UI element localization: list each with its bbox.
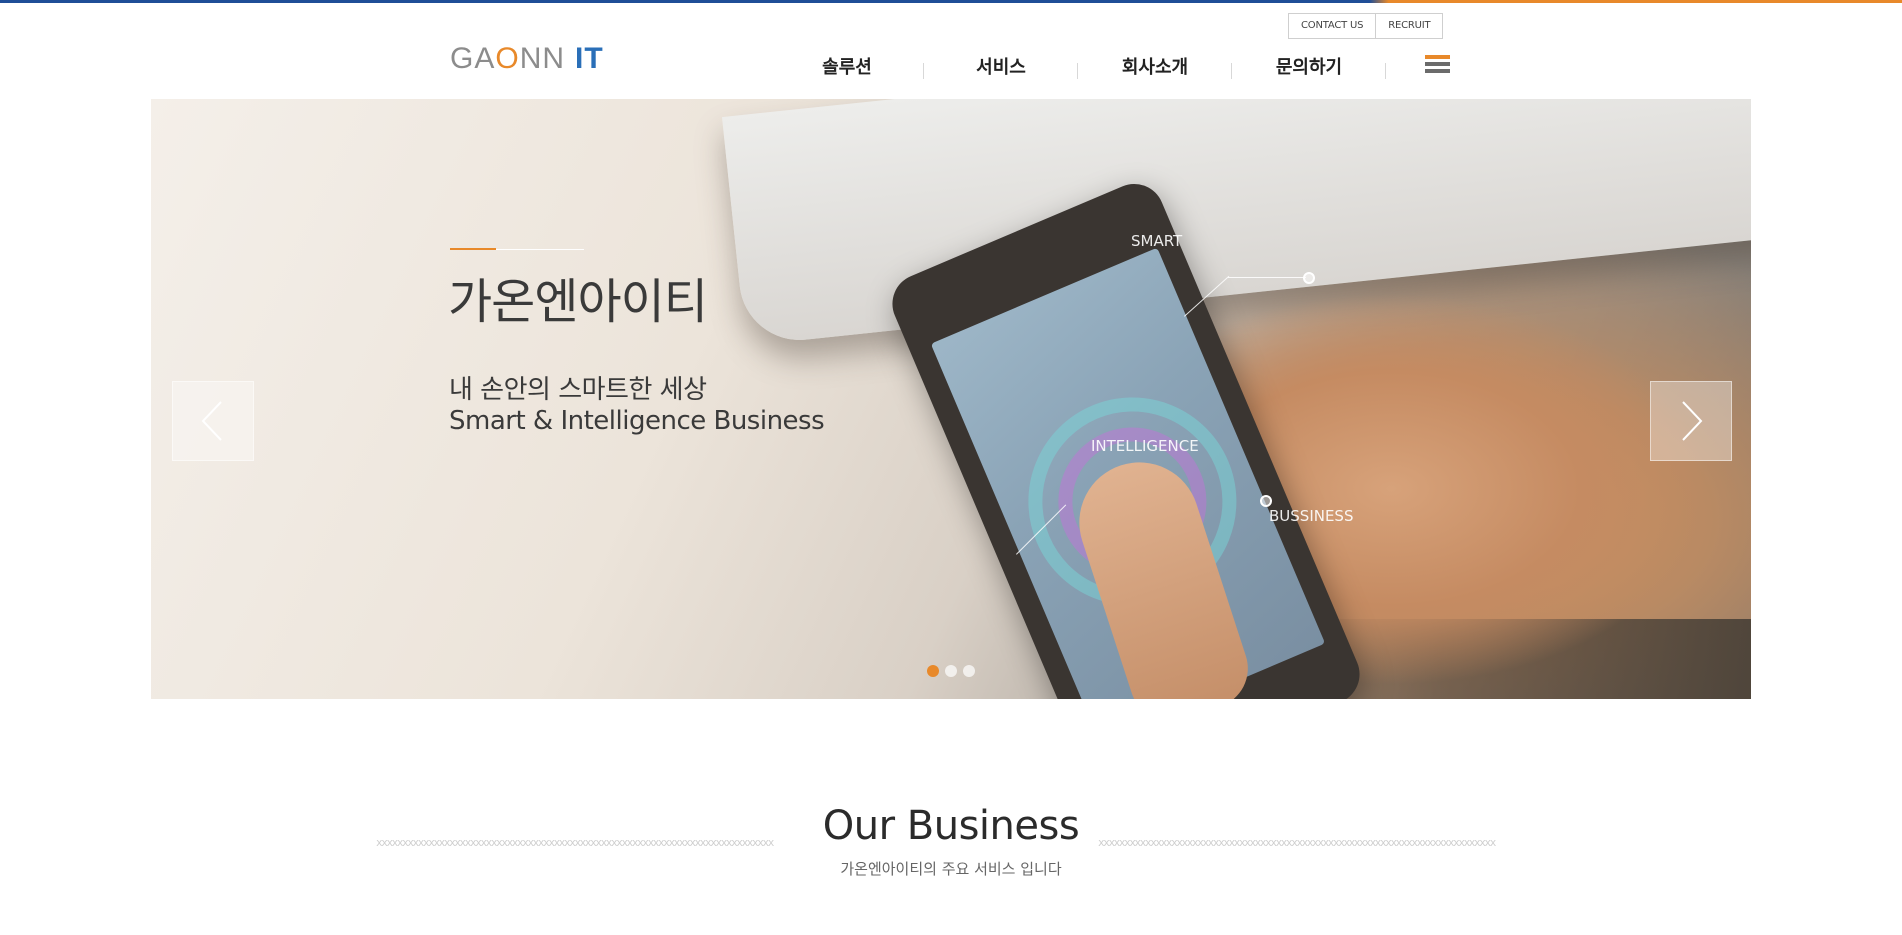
prev-slide-button[interactable] xyxy=(172,381,254,461)
logo-text-o: O xyxy=(495,42,520,75)
logo[interactable]: GA O NN IT xyxy=(450,42,604,76)
hero-subtitle-ko: 내 손안의 스마트한 세상 xyxy=(449,375,707,405)
section-subtitle: 가온엔아이티의 주요 서비스 입니다 xyxy=(840,860,1062,878)
title-accent-line-light xyxy=(496,249,584,250)
recruit-link[interactable]: RECRUIT xyxy=(1375,14,1442,38)
section-title: Our Business xyxy=(822,803,1080,849)
next-slide-button[interactable] xyxy=(1650,381,1732,461)
top-accent-bar xyxy=(0,0,1902,3)
slide-indicators xyxy=(927,665,975,677)
overlay-label-intelligence: INTELLIGENCE xyxy=(1091,437,1199,455)
hero-title: 가온엔아이티 xyxy=(448,274,708,330)
chevron-right-icon xyxy=(1682,401,1703,441)
nav-item-company[interactable]: 회사소개 xyxy=(1078,53,1232,79)
nav-divider xyxy=(1385,63,1386,79)
slide-dot[interactable] xyxy=(963,665,975,677)
nav-item-contact[interactable]: 문의하기 xyxy=(1232,53,1386,79)
main-nav: 솔루션 서비스 회사소개 문의하기 xyxy=(770,48,1386,84)
logo-text-nn: NN xyxy=(519,42,566,75)
logo-text-it: IT xyxy=(575,42,604,75)
contact-us-link[interactable]: CONTACT US xyxy=(1289,14,1375,38)
nav-item-services[interactable]: 서비스 xyxy=(924,53,1078,79)
nav-item-label: 회사소개 xyxy=(1121,57,1189,78)
title-accent-line xyxy=(450,248,496,250)
overlay-label-smart: SMART xyxy=(1131,232,1183,250)
menu-icon[interactable] xyxy=(1425,55,1450,77)
hero-slider: SMART INTELLIGENCE BUSSINESS 가온엔아이티 내 손안… xyxy=(151,99,1751,699)
section-title-decoration-right: xxxxxxxxxxxxxxxxxxxxxxxxxxxxxxxxxxxxxxxx… xyxy=(1098,836,1496,849)
slide-dot[interactable] xyxy=(927,665,939,677)
nav-item-label: 서비스 xyxy=(976,57,1026,78)
chevron-left-icon xyxy=(201,401,222,441)
nav-item-label: 솔루션 xyxy=(822,57,872,78)
overlay-label-business: BUSSINESS xyxy=(1269,507,1354,525)
hero-subtitle-en: Smart & Intelligence Business xyxy=(449,406,825,436)
utility-links: CONTACT US RECRUIT xyxy=(1288,13,1444,39)
nav-item-label: 문의하기 xyxy=(1275,57,1343,78)
logo-text-ga: GA xyxy=(450,42,496,75)
nav-item-solutions[interactable]: 솔루션 xyxy=(770,53,924,79)
slide-dot[interactable] xyxy=(945,665,957,677)
